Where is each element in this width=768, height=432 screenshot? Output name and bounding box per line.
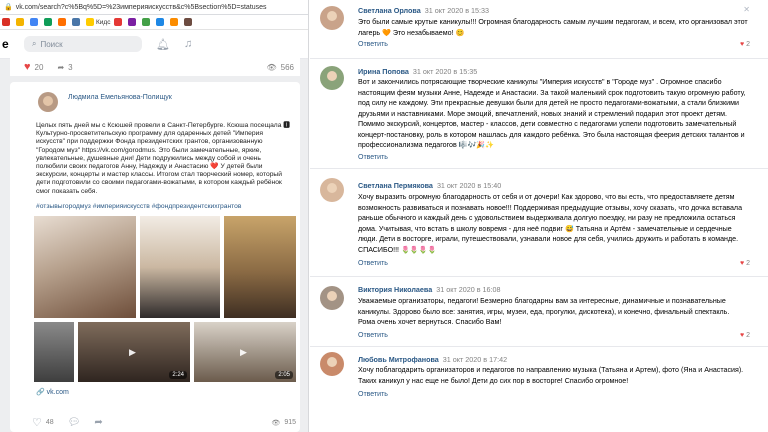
comment-text: Вот и закончились потрясающие творческие… (358, 78, 746, 149)
left-browser-pane: 🔒 vk.com/search?c%5Bq%5D=%23империяискус… (0, 0, 309, 432)
bookmark-11[interactable] (156, 18, 166, 26)
photo-2[interactable] (140, 216, 220, 318)
comment-like[interactable]: ♥ 2 (740, 41, 750, 48)
views-icon: 👁 (271, 419, 281, 427)
bookmark-13[interactable] (184, 18, 194, 26)
video-1[interactable]: ▶ 2:24 (78, 322, 190, 382)
bookmark-9[interactable] (128, 18, 138, 26)
vk-logo[interactable]: е (0, 37, 20, 51)
previous-post-footer: ♥ 20 ➦ 3 👁 566 (10, 58, 300, 76)
views-count: 566 (280, 62, 294, 72)
photo-4[interactable] (34, 322, 74, 382)
comment-date: 31 окт 2020 в 15:35 (412, 67, 478, 76)
avatar[interactable] (320, 352, 344, 376)
share-count: 3 (68, 62, 73, 72)
comment-like[interactable]: ♥ 2 (740, 332, 750, 339)
bookmark-1[interactable] (2, 18, 12, 26)
video-2[interactable]: ▶ 2:05 (194, 322, 296, 382)
bookmark-3[interactable] (30, 18, 40, 26)
comment-date: 31 окт 2020 в 15:33 (424, 6, 490, 15)
heart-icon: ♥ (739, 41, 745, 48)
bookmark-6[interactable] (72, 18, 82, 26)
avatar[interactable] (320, 66, 344, 90)
comments-panel: Светлана Орлова 31 окт 2020 в 15:33 Это б… (310, 0, 768, 432)
address-bar[interactable]: 🔒 vk.com/search?c%5Bq%5D=%23империяискус… (0, 0, 308, 15)
bookmark-10[interactable] (142, 18, 152, 26)
comment-text: Хочу выразить огромную благодарность от … (358, 193, 743, 254)
share-icon[interactable]: ➦ (57, 63, 64, 72)
comment-item: Виктория Николаева 31 окт 2020 в 16:08 Ув… (310, 280, 768, 347)
bookmark-12[interactable] (170, 18, 180, 26)
comment-date: 31 окт 2020 в 15:40 (436, 181, 502, 190)
comment-icon[interactable]: 💬︎ (68, 417, 81, 428)
comment-author[interactable]: Ирина Попова 31 окт 2020 в 15:35 (358, 67, 477, 76)
comment-author[interactable]: Светлана Пермякова 31 окт 2020 в 15:40 (358, 181, 501, 190)
bookmark-8[interactable] (114, 18, 124, 26)
avatar[interactable] (38, 92, 58, 112)
comment-author[interactable]: Виктория Николаева 31 окт 2020 в 16:08 (358, 285, 501, 294)
bookmark-kids[interactable]: Кидс (86, 18, 110, 26)
reply-button[interactable]: Ответить (358, 391, 388, 398)
avatar[interactable] (320, 178, 344, 202)
post-author[interactable]: Людмила Емельянова-Полищук (68, 94, 172, 101)
photo-3[interactable] (224, 216, 296, 318)
video-duration: 2:05 (275, 371, 293, 379)
post-card: Людмила Емельянова-Полищук Целых пять дн… (10, 82, 300, 432)
close-icon[interactable]: ✕ (743, 5, 750, 14)
search-input[interactable]: ⌕ Поиск (24, 36, 142, 52)
bookmarks-bar: Кидс (0, 15, 308, 30)
bookmark-4[interactable] (44, 18, 54, 26)
play-icon: ▶ (240, 347, 247, 357)
bookmark-2[interactable] (16, 18, 26, 26)
like-count: 20 (34, 62, 44, 72)
play-icon: ▶ (129, 347, 136, 357)
comment-text: Хочу поблагодарить организаторов и педаг… (358, 366, 744, 385)
comment-author[interactable]: Светлана Орлова 31 окт 2020 в 15:33 (358, 6, 489, 15)
comment-text: Уважаемые организаторы, педагоги! Безмер… (358, 297, 730, 326)
like-count: 48 (45, 419, 54, 426)
address-url[interactable]: vk.com/search?c%5Bq%5D=%23империяискусст… (16, 4, 267, 11)
comment-date: 31 окт 2020 в 16:08 (436, 285, 501, 294)
bookmark-5[interactable] (58, 18, 68, 26)
post-link[interactable]: 🔗 vk.com (36, 388, 69, 396)
reply-button[interactable]: Ответить (358, 41, 388, 48)
comment-item: Ирина Попова 31 окт 2020 в 15:35 Вот и за… (310, 60, 768, 169)
photo-1[interactable] (34, 216, 136, 318)
reply-button[interactable]: Ответить (358, 260, 388, 267)
post-actions: ♡ 48 💬︎ ➦ 👁 915 (32, 416, 296, 429)
heart-icon: ♥ (739, 332, 745, 339)
comment-date: 31 окт 2020 в 17:42 (442, 355, 508, 364)
avatar[interactable] (320, 286, 344, 310)
comment-item: Любовь Митрофанова 31 окт 2020 в 17:42 Хо… (310, 350, 768, 432)
heart-icon[interactable]: ♥ (24, 61, 31, 73)
views-count: 915 (284, 419, 296, 426)
vk-header: е ⌕ Поиск 🔔︎ ♫ (0, 30, 308, 59)
comment-item: Светлана Орлова 31 окт 2020 в 15:33 Это б… (310, 0, 768, 59)
heart-icon[interactable]: ♡ (32, 416, 42, 429)
heart-icon: ♥ (739, 260, 745, 267)
comment-item: Светлана Пермякова 31 окт 2020 в 15:40 Хо… (310, 172, 768, 277)
avatar[interactable] (320, 6, 344, 30)
post-text: Целых пять дней мы с Ксюшей провели в Са… (36, 122, 290, 195)
post-hashtags[interactable]: #отзывыгородмуз #империяискусств #фондпр… (36, 203, 241, 210)
share-icon[interactable]: ➦ (94, 417, 102, 428)
bell-icon[interactable]: 🔔︎ (156, 38, 170, 51)
reply-button[interactable]: Ответить (358, 154, 388, 161)
video-duration: 2:24 (169, 371, 187, 379)
music-icon[interactable]: ♫ (184, 38, 192, 50)
views-icon: 👁 (266, 62, 277, 72)
reply-button[interactable]: Ответить (358, 332, 388, 339)
search-placeholder: Поиск (40, 39, 63, 49)
lock-icon: 🔒 (4, 4, 13, 11)
search-icon: ⌕ (32, 39, 37, 48)
comment-text: Это были самые крутые каникулы!!! Огромн… (358, 18, 748, 37)
comment-author[interactable]: Любовь Митрофанова 31 окт 2020 в 17:42 (358, 355, 507, 364)
comment-like[interactable]: ♥ 2 (740, 260, 750, 267)
